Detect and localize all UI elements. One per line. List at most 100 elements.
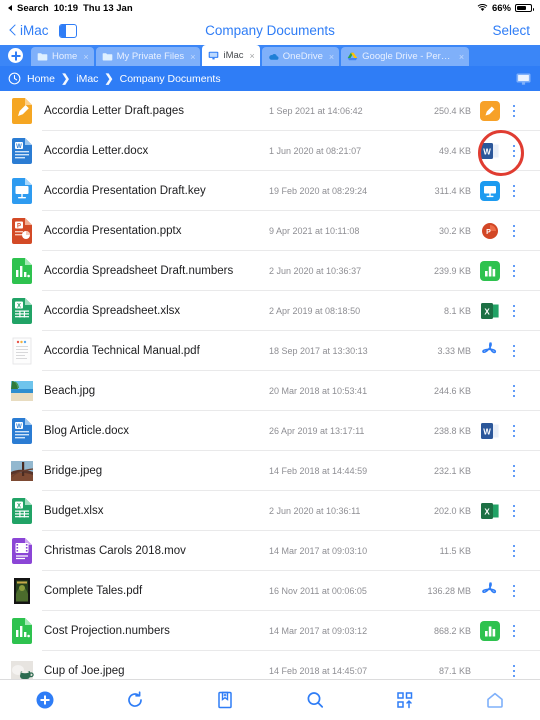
numbers-app-icon[interactable] [480,621,500,641]
sort-button[interactable] [360,690,450,710]
refresh-button[interactable] [90,690,180,710]
select-button[interactable]: Select [492,23,530,38]
row-menu-button[interactable] [506,424,522,438]
pdf-preview-icon [12,337,32,365]
acrobat-app-icon[interactable] [480,581,500,601]
table-row[interactable]: Beach.jpg 20 Mar 2018 at 10:53:41 244.6 … [0,371,540,411]
home-button[interactable] [450,690,540,710]
tab-close-icon[interactable]: × [459,52,464,62]
word-app-icon[interactable]: W [480,141,500,161]
file-name: Accordia Letter.docx [44,145,149,157]
table-row[interactable]: Accordia Letter Draft.pages 1 Sep 2021 a… [0,91,540,131]
excel-app-icon[interactable]: X [480,501,500,521]
file-date: 20 Mar 2018 at 10:53:41 [269,386,368,396]
tab-imac[interactable]: iMac × [202,45,260,66]
row-menu-button[interactable] [506,344,522,358]
breadcrumb-item-company-documents[interactable]: Company Documents [120,73,221,85]
row-menu-button[interactable] [506,104,522,118]
back-arrow-icon[interactable] [8,5,12,11]
acrobat-app-icon[interactable] [480,341,500,361]
svg-text:X: X [17,503,21,509]
tab-home[interactable]: Home × [31,47,94,66]
search-button[interactable] [270,690,360,710]
navigation-bar: iMac Company Documents Select [0,16,540,45]
breadcrumb-item-imac[interactable]: iMac [76,73,98,85]
file-date: 1 Jun 2020 at 08:21:07 [269,146,362,156]
file-date: 2 Jun 2020 at 10:36:37 [269,266,362,276]
file-name: Beach.jpg [44,385,96,397]
table-row[interactable]: Bridge.jpeg 14 Feb 2018 at 14:44:59 232.… [0,451,540,491]
table-row[interactable]: Christmas Carols 2018.mov 14 Mar 2017 at… [0,531,540,571]
table-row[interactable]: Cost Projection.numbers 14 Mar 2017 at 0… [0,611,540,651]
row-menu-button[interactable] [506,664,522,678]
row-menu-button[interactable] [506,544,522,558]
tab-close-icon[interactable]: × [250,51,255,61]
table-row[interactable]: P Accordia Presentation.pptx 9 Apr 2021 … [0,211,540,251]
table-row[interactable]: X Accordia Spreadsheet.xlsx 2 Apr 2019 a… [0,291,540,331]
tab-close-icon[interactable]: × [190,52,195,62]
new-tab-button[interactable] [0,45,31,66]
row-menu-button[interactable] [506,184,522,198]
numbers-app-icon[interactable] [480,261,500,281]
pages-file-icon [12,98,32,124]
table-row[interactable]: Cup of Joe.jpeg 14 Feb 2018 at 14:45:07 … [0,651,540,679]
history-clock-icon[interactable] [8,72,21,85]
excel-app-icon[interactable]: X [480,301,500,321]
home-icon [487,692,503,708]
row-menu-button[interactable] [506,224,522,238]
add-button[interactable] [0,690,90,710]
chevron-left-icon [10,25,17,37]
table-row[interactable]: Accordia Spreadsheet Draft.numbers 2 Jun… [0,251,540,291]
table-row[interactable]: Accordia Presentation Draft.key 19 Feb 2… [0,171,540,211]
file-name: Accordia Spreadsheet Draft.numbers [44,265,234,277]
battery-icon [515,4,534,12]
row-menu-button[interactable] [506,504,522,518]
file-list[interactable]: Accordia Letter Draft.pages 1 Sep 2021 a… [0,91,540,679]
file-name: Accordia Letter Draft.pages [44,105,184,117]
table-row[interactable]: Complete Tales.pdf 16 Nov 2011 at 00:06:… [0,571,540,611]
powerpoint-app-icon[interactable]: P [480,221,500,241]
pages-app-icon[interactable] [480,101,500,121]
svg-text:W: W [483,148,491,157]
row-menu-button[interactable] [506,464,522,478]
file-size: 250.4 KB [433,106,471,116]
file-name: Cost Projection.numbers [44,625,170,637]
breadcrumb-item-home[interactable]: Home [27,73,55,85]
tab-google-drive-personal[interactable]: Google Drive - Personal × [341,47,470,66]
table-row[interactable]: W Accordia Letter.docx 1 Jun 2020 at 08:… [0,131,540,171]
file-name: Complete Tales.pdf [44,585,143,597]
status-bar-right: 66% [477,3,534,14]
tab-close-icon[interactable]: × [83,52,88,62]
file-size: 49.4 KB [438,146,471,156]
row-menu-button[interactable] [506,384,522,398]
excel-file-icon: X [12,298,32,324]
svg-text:X: X [484,308,490,317]
bridge-photo-thumbnail [11,461,34,481]
tab-onedrive[interactable]: OneDrive × [261,47,340,66]
file-size: 11.5 KB [439,546,471,556]
folder-icon [37,53,48,61]
keynote-app-icon[interactable] [480,181,500,201]
table-row[interactable]: W Blog Article.docx 26 Apr 2019 at 13:17… [0,411,540,451]
row-menu-button[interactable] [506,144,522,158]
tab-my-private-files[interactable]: My Private Files × [95,47,201,66]
tab-label: iMac [223,50,244,61]
word-app-icon[interactable]: W [480,421,500,441]
table-row[interactable]: X Budget.xlsx 2 Jun 2020 at 10:36:11 202… [0,491,540,531]
display-icon[interactable] [515,72,532,86]
tab-close-icon[interactable]: × [329,52,334,62]
coffee-photo-thumbnail [11,661,34,679]
status-back-app[interactable]: Search [17,3,49,14]
sidebar-toggle-icon[interactable] [58,23,77,38]
row-menu-button[interactable] [506,624,522,638]
row-menu-button[interactable] [506,304,522,318]
table-row[interactable]: Accordia Technical Manual.pdf 18 Sep 201… [0,331,540,371]
bookmark-add-button[interactable] [180,690,270,710]
file-name: Bridge.jpeg [44,465,103,477]
row-menu-button[interactable] [506,584,522,598]
row-menu-button[interactable] [506,264,522,278]
sort-icon [397,692,413,709]
breadcrumb-separator: ❯ [61,73,71,85]
back-button[interactable]: iMac [10,23,49,38]
tab-strip: Home × My Private Files × iMac × OneDriv… [0,45,540,66]
